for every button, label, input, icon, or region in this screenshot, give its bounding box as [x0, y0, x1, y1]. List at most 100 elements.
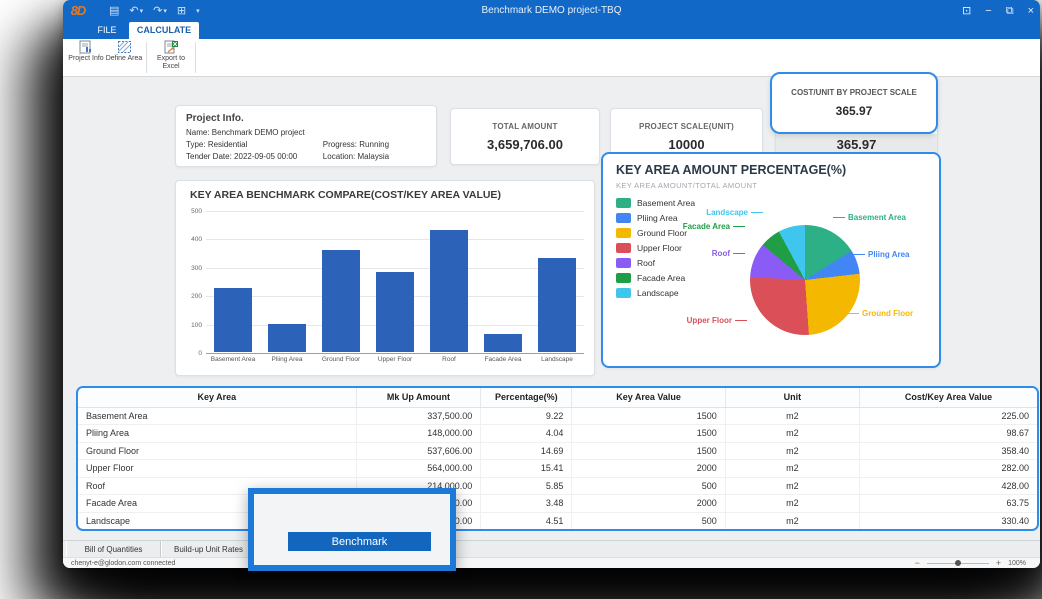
table-cell: 1500 — [572, 442, 725, 460]
bar-landscape — [538, 258, 576, 352]
table-cell: Pliing Area — [78, 425, 356, 443]
project-tender-date: Tender Date: 2022-09-05 00:00 — [186, 152, 323, 161]
bar-gridline — [206, 353, 584, 354]
zoom-slider[interactable] — [927, 563, 989, 564]
y-axis-tick: 500 — [191, 208, 202, 215]
y-axis-tick: 100 — [191, 322, 202, 329]
table-row[interactable]: Pliing Area148,000.004.041500m298.67 — [78, 425, 1037, 443]
table-cell: 9.22 — [481, 407, 572, 425]
table-cell: Basement Area — [78, 407, 356, 425]
table-cell: 4.04 — [481, 425, 572, 443]
table-row[interactable]: Upper Floor564,000.0015.412000m2282.00 — [78, 460, 1037, 478]
table-cell: 15.41 — [481, 460, 572, 478]
legend-swatch-icon — [616, 258, 631, 268]
table-cell: 3.48 — [481, 495, 572, 513]
zoom-in-icon[interactable]: + — [996, 558, 1001, 568]
bar-gridline — [206, 239, 584, 240]
table-cell: 337,500.00 — [356, 407, 481, 425]
define-area-icon — [117, 40, 132, 54]
y-axis-tick: 0 — [198, 350, 202, 357]
bar-basement-area — [214, 288, 252, 352]
legend-label: Basement Area — [637, 198, 695, 208]
pie-label-text: Roof — [712, 249, 730, 258]
project-name: Name: Benchmark DEMO project — [186, 128, 426, 137]
table-row[interactable]: Roof214,000.005.85500m2428.00 — [78, 477, 1037, 495]
export-to-excel-button[interactable]: Export to Excel — [151, 40, 191, 75]
table-row[interactable]: Basement Area337,500.009.221500m2225.00 — [78, 407, 1037, 425]
column-header[interactable]: Percentage(%) — [481, 388, 572, 407]
table-cell: 63.75 — [860, 495, 1037, 513]
table-cell: 358.40 — [860, 442, 1037, 460]
benchmark-button[interactable]: Benchmark — [288, 532, 431, 551]
bar-ground-floor — [322, 250, 360, 352]
table-cell: 225.00 — [860, 407, 1037, 425]
table-cell: 98.67 — [860, 425, 1037, 443]
table-cell: Ground Floor — [78, 442, 356, 460]
legend-label: Roof — [637, 258, 655, 268]
table-cell: 330.40 — [860, 512, 1037, 530]
table-cell: 500 — [572, 512, 725, 530]
y-axis-tick: 400 — [191, 236, 202, 243]
cost-unit-highlight-callout: COST/UNIT BY PROJECT SCALE 365.97 — [770, 72, 938, 134]
zoom-out-icon[interactable]: − — [915, 558, 920, 568]
total-amount-label: TOTAL AMOUNT — [492, 122, 557, 131]
table-cell: m2 — [725, 407, 859, 425]
pie-chart-title: KEY AREA AMOUNT PERCENTAGE(%) — [616, 163, 846, 177]
table-row[interactable]: Landscape165,200.004.51500m2330.40 — [78, 512, 1037, 530]
pie-label-text: Upper Floor — [687, 316, 732, 325]
legend-swatch-icon — [616, 273, 631, 283]
table-cell: m2 — [725, 442, 859, 460]
zoom-slider-knob[interactable] — [955, 560, 961, 566]
table-cell: m2 — [725, 425, 859, 443]
legend-item: Basement Area — [616, 198, 695, 208]
project-location: Location: Malaysia — [323, 152, 426, 161]
total-amount-value: 3,659,706.00 — [487, 137, 563, 152]
pie-label-text: Basement Area — [848, 213, 906, 222]
pie-chart-panel: KEY AREA AMOUNT PERCENTAGE(%) KEY AREA A… — [601, 152, 941, 368]
project-scale-value: 10000 — [668, 137, 704, 152]
define-area-button[interactable]: Define Area — [104, 40, 144, 75]
table-cell: m2 — [725, 512, 859, 530]
column-header[interactable]: Cost/Key Area Value — [860, 388, 1037, 407]
tab-calculate[interactable]: CALCULATE — [129, 22, 199, 39]
close-button[interactable]: × — [1028, 6, 1034, 17]
x-axis-label: Upper Floor — [378, 356, 412, 363]
column-header[interactable]: Key Area Value — [572, 388, 725, 407]
table-cell: 564,000.00 — [356, 460, 481, 478]
pie-leader-line — [751, 212, 763, 213]
table-cell: m2 — [725, 495, 859, 513]
connection-status: chenyt-e@glodon.com connected — [71, 560, 175, 567]
table-row[interactable]: Facade Area127,500.003.482000m263.75 — [78, 495, 1037, 513]
total-amount-card: TOTAL AMOUNT 3,659,706.00 — [450, 108, 600, 165]
table-cell: 500 — [572, 477, 725, 495]
x-axis-label: Landscape — [541, 356, 573, 363]
bottom-tab-build-up-unit-rates[interactable]: Build-up Unit Rates — [161, 541, 256, 557]
ribbon-tab-row: FILE CALCULATE — [63, 22, 1040, 39]
panel-toggle-icon[interactable]: ⊡ — [962, 6, 971, 17]
column-header[interactable]: Key Area — [78, 388, 356, 407]
benchmark-table[interactable]: Key AreaMk Up AmountPercentage(%)Key Are… — [78, 388, 1037, 530]
table-cell: 5.85 — [481, 477, 572, 495]
benchmark-table-panel: Key AreaMk Up AmountPercentage(%)Key Are… — [76, 386, 1039, 531]
cost-unit-callout-label: COST/UNIT BY PROJECT SCALE — [791, 88, 917, 97]
bar-facade-area — [484, 334, 522, 352]
table-cell: Upper Floor — [78, 460, 356, 478]
pie-leader-line — [733, 253, 745, 254]
table-cell: m2 — [725, 477, 859, 495]
table-cell: 1500 — [572, 407, 725, 425]
column-header[interactable]: Mk Up Amount — [356, 388, 481, 407]
x-axis-label: Roof — [442, 356, 456, 363]
pie-leader-line — [733, 226, 745, 227]
export-to-excel-icon — [164, 40, 179, 54]
status-bar: chenyt-e@glodon.com connected − + 100% — [63, 557, 1040, 568]
restore-button[interactable]: ⧉ — [1006, 6, 1014, 17]
project-info-button[interactable]: Project Info — [66, 40, 106, 75]
table-row[interactable]: Ground Floor537,606.0014.691500m2358.40 — [78, 442, 1037, 460]
cost-unit-callout-value: 365.97 — [836, 104, 873, 118]
tab-file[interactable]: FILE — [85, 22, 129, 39]
table-cell: 4.51 — [481, 512, 572, 530]
bottom-tab-bill-of-quantities[interactable]: Bill of Quantities — [66, 541, 161, 557]
minimize-button[interactable]: − — [985, 6, 991, 17]
pie-label-upper-floor: Upper Floor — [631, 316, 747, 325]
column-header[interactable]: Unit — [725, 388, 859, 407]
